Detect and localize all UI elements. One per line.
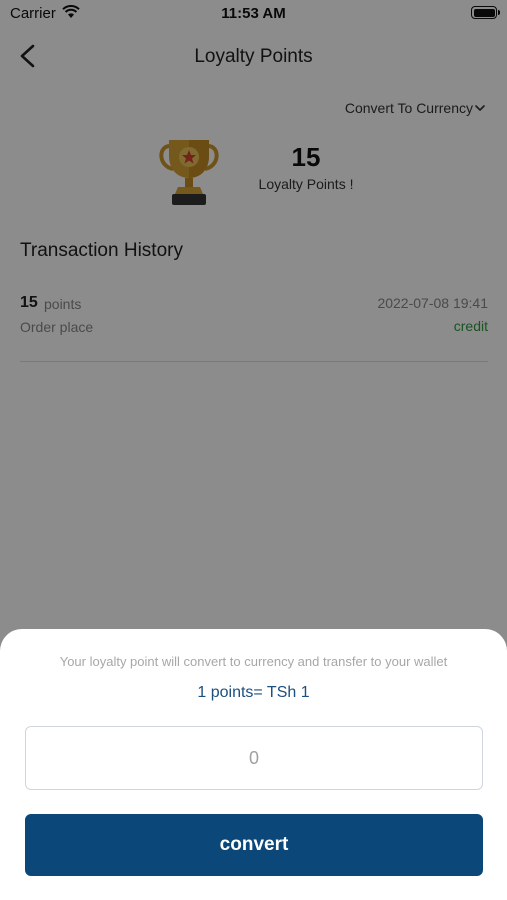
points-input[interactable] (25, 726, 483, 790)
convert-info-text: Your loyalty point will convert to curre… (59, 654, 448, 669)
convert-button[interactable]: convert (25, 814, 483, 876)
conversion-rate: 1 points= TSh 1 (197, 684, 310, 701)
convert-bottom-sheet: Your loyalty point will convert to curre… (0, 629, 507, 900)
